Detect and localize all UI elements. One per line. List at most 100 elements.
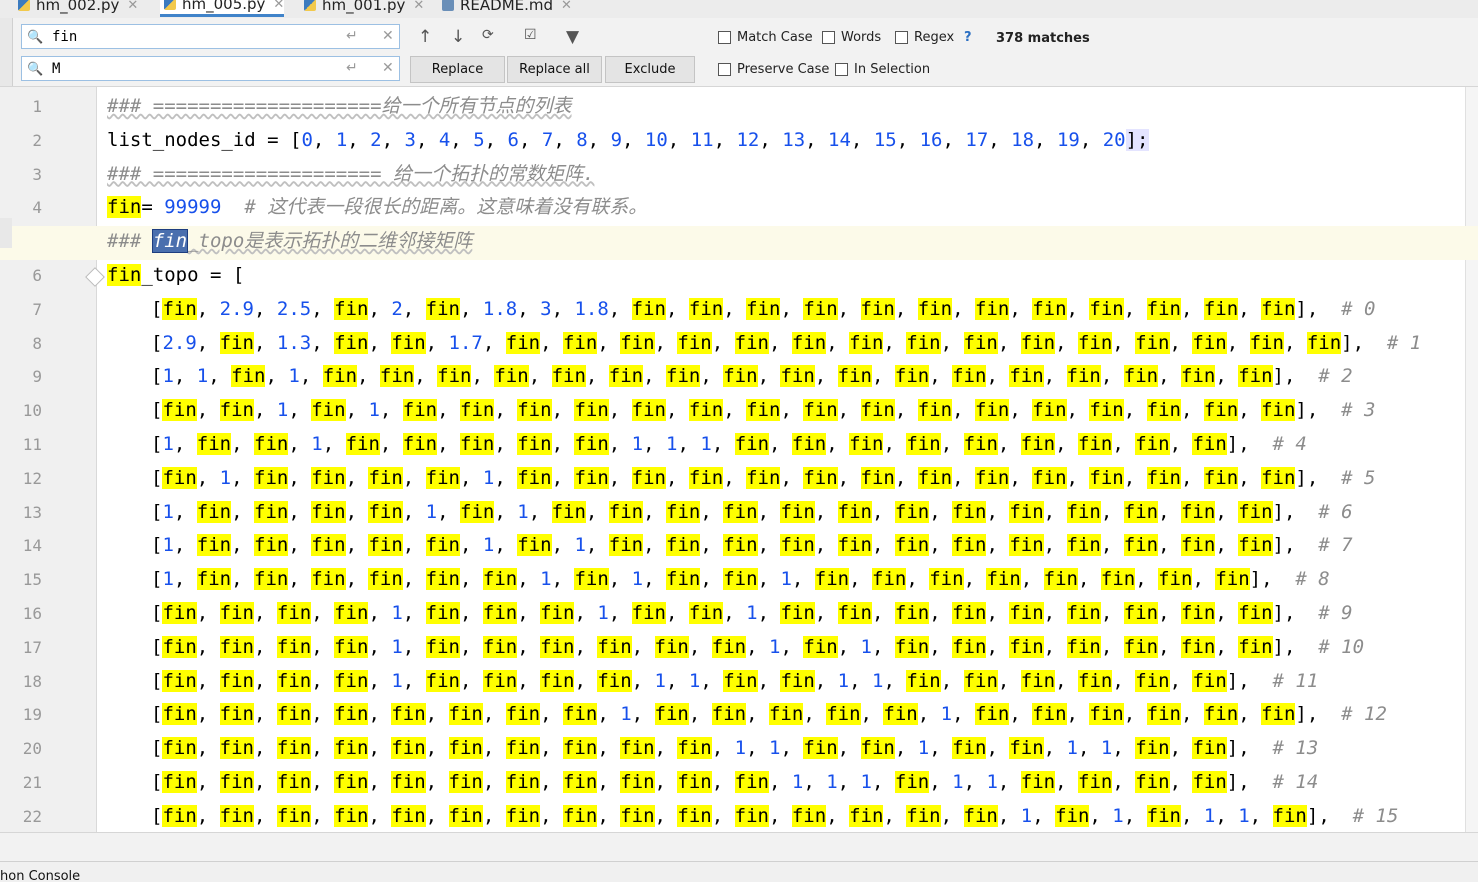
comment: # 12: [1341, 703, 1387, 726]
clear-icon[interactable]: ✕: [382, 28, 394, 44]
separator: ,: [963, 568, 987, 591]
comment: # 10: [1318, 635, 1365, 658]
separator: ,: [688, 703, 712, 726]
checkbox-box[interactable]: [835, 63, 848, 76]
words-checkbox[interactable]: Words: [822, 30, 881, 45]
search-match: fin: [276, 737, 312, 760]
comment: # 11: [1272, 669, 1319, 692]
separator: ,: [608, 466, 632, 489]
find-all-icon[interactable]: ⟳: [482, 27, 494, 43]
replace-input[interactable]: [52, 59, 352, 78]
search-match: fin: [219, 804, 254, 827]
replace-history-icon[interactable]: 🔍: [27, 62, 43, 77]
search-match: fin: [334, 771, 369, 793]
search-match: fin: [574, 466, 609, 489]
separator: ,: [1180, 399, 1204, 422]
next-occurrence-icon[interactable]: ↓: [451, 27, 465, 47]
search-match: fin: [517, 399, 552, 422]
new-line-icon[interactable]: ↵: [346, 60, 358, 76]
separator: ,: [1215, 365, 1239, 388]
separator: ,: [517, 297, 541, 320]
search-match: fin: [1238, 500, 1273, 523]
replace-all-button[interactable]: Replace all: [507, 56, 602, 83]
separator: ,: [1238, 297, 1262, 320]
close-icon[interactable]: ✕: [127, 0, 138, 13]
search-match: fin: [1146, 703, 1181, 726]
number-literal: 1: [768, 635, 781, 658]
clear-icon[interactable]: ✕: [382, 60, 394, 76]
number-literal: 1: [162, 568, 174, 591]
separator: ,: [254, 703, 277, 726]
exclude-button[interactable]: Exclude: [605, 56, 695, 83]
search-input[interactable]: [52, 27, 352, 46]
tab-label: hm_001.py: [322, 0, 406, 14]
search-match: fin: [608, 365, 644, 388]
separator: ,: [1066, 399, 1090, 422]
replace-field[interactable]: 🔍 ↵ ✕: [21, 56, 400, 81]
match-case-checkbox[interactable]: Match Case: [718, 30, 813, 45]
number-literal: 1: [986, 771, 998, 793]
bracket: ],: [1226, 737, 1273, 760]
separator: ,: [540, 703, 563, 726]
filter-icon[interactable]: ▼: [566, 27, 579, 47]
bracket: ],: [1295, 703, 1342, 726]
line-number: 10: [22, 401, 42, 421]
vertical-scrollbar[interactable]: [1465, 87, 1478, 832]
search-field[interactable]: 🔍 ↵ ✕: [21, 24, 400, 49]
tab-hm-002[interactable]: hm_002.py ✕: [14, 0, 138, 16]
separator: ,: [368, 602, 392, 624]
checkbox-box[interactable]: [718, 63, 731, 76]
separator: ,: [654, 804, 678, 827]
checkbox-box[interactable]: [822, 31, 835, 44]
previous-occurrence-icon[interactable]: ↑: [418, 27, 432, 47]
tab-readme[interactable]: README.md ✕: [438, 0, 572, 16]
separator: ,: [666, 399, 689, 422]
close-icon[interactable]: ✕: [413, 0, 424, 13]
search-match: fin: [803, 297, 838, 320]
search-match: fin: [482, 635, 518, 658]
bracket: [: [151, 737, 163, 760]
separator: ,: [643, 534, 667, 557]
comment: # 6: [1318, 500, 1353, 523]
separator: ,: [1043, 635, 1067, 658]
new-line-icon[interactable]: ↵: [346, 28, 358, 44]
separator: ,: [1020, 568, 1044, 591]
separator: ,: [345, 534, 369, 557]
checkbox-box[interactable]: [895, 31, 908, 44]
tab-hm-001[interactable]: hm_001.py ✕: [300, 0, 424, 16]
separator: ,: [587, 128, 611, 151]
code-editor[interactable]: 12345678910111213141516171819202122 ### …: [0, 87, 1478, 832]
separator: ,: [1112, 669, 1136, 692]
select-all-occurrences-icon[interactable]: ☑: [524, 27, 537, 43]
number-literal: 1: [288, 365, 300, 388]
close-icon[interactable]: ✕: [273, 0, 284, 12]
python-console-tab[interactable]: hon Console: [0, 869, 80, 884]
number-literal: 1: [791, 771, 804, 793]
in-selection-checkbox[interactable]: In Selection: [835, 62, 930, 77]
search-match: fin: [460, 500, 495, 523]
number-literal: 1: [162, 500, 174, 523]
bracket: ],: [1272, 500, 1319, 523]
search-match: fin: [803, 399, 838, 422]
code-line: [fin, fin, fin, fin, 1, fin, fin, fin, 1…: [151, 602, 1353, 624]
search-match: fin: [505, 331, 541, 354]
separator: ,: [837, 771, 861, 793]
number-literal: 2: [370, 128, 382, 151]
replace-button[interactable]: Replace: [410, 56, 505, 83]
separator: ,: [1238, 399, 1262, 422]
number-literal: 20: [1102, 128, 1126, 151]
search-match: fin: [368, 500, 403, 523]
search-match: fin: [162, 771, 197, 793]
regex-checkbox[interactable]: Regex: [895, 30, 954, 45]
tab-hm-005[interactable]: hm_005.py ✕: [160, 0, 285, 17]
checkbox-box[interactable]: [718, 31, 731, 44]
separator: ,: [196, 602, 220, 624]
preserve-case-checkbox[interactable]: Preserve Case: [718, 62, 829, 77]
close-icon[interactable]: ✕: [561, 0, 572, 13]
number-literal: 1: [1100, 737, 1113, 760]
separator: ,: [1283, 331, 1307, 354]
search-history-icon[interactable]: 🔍: [27, 30, 43, 45]
search-match: fin: [1238, 534, 1273, 557]
regex-help-link[interactable]: ?: [964, 30, 972, 45]
separator: ,: [196, 399, 220, 422]
